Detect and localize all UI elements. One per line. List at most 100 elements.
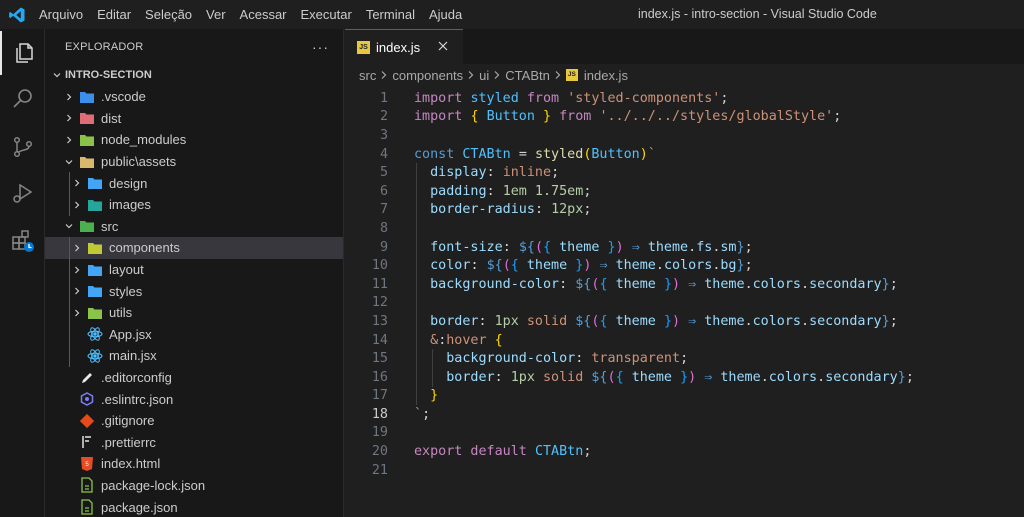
code-token: secondary — [809, 313, 882, 329]
code-token: 12px — [551, 202, 584, 218]
code-token: ${ — [575, 313, 592, 329]
code-token: theme — [647, 239, 689, 255]
code-token: { — [470, 109, 487, 125]
extensions-icon[interactable] — [0, 219, 45, 263]
menu-ver[interactable]: Ver — [199, 0, 233, 29]
folder-public-assets[interactable]: public\assets — [45, 151, 343, 173]
line-number: 5 — [379, 165, 388, 181]
folder-styles[interactable]: styles — [45, 280, 343, 302]
line-number: 20 — [371, 444, 388, 460]
folder-vscode[interactable]: .vscode — [45, 86, 343, 108]
code-token: from — [526, 90, 568, 106]
code-token: 'styled-components' — [567, 90, 721, 106]
code-token: ) — [672, 313, 689, 329]
folder-images[interactable]: images — [45, 193, 343, 216]
code-token: ; — [905, 369, 914, 385]
breadcrumb-item[interactable]: src — [359, 68, 376, 83]
workspace-section[interactable]: INTRO-SECTION — [45, 64, 343, 86]
code-line: 19 — [345, 424, 1024, 443]
code-token: ⇒ — [704, 369, 721, 385]
menu-selecao[interactable]: Seleção — [138, 0, 199, 29]
more-actions-icon[interactable]: ··· — [312, 39, 329, 55]
breadcrumb-item[interactable]: CTABtn — [505, 68, 550, 83]
code-token: : — [470, 258, 487, 274]
menu-executar[interactable]: Executar — [294, 0, 359, 29]
file-prettierrc[interactable]: .prettierrc — [45, 432, 343, 454]
search-icon[interactable] — [0, 77, 45, 121]
code-text: font-size: ${({ theme }) ⇒ theme.fs.sm}; — [414, 240, 753, 255]
code-token: background-color — [446, 351, 576, 367]
tree-item-label: layout — [109, 262, 144, 278]
folder-src[interactable]: src — [45, 216, 343, 238]
menu-ajuda[interactable]: Ajuda — [422, 0, 469, 29]
folder-node-modules[interactable]: node_modules — [45, 129, 343, 151]
tree-item-label: .gitignore — [101, 413, 155, 429]
menu-terminal[interactable]: Terminal — [359, 0, 422, 29]
code-line: 17 } — [345, 387, 1024, 406]
code-token: colors — [663, 258, 713, 274]
code-text: border: 1px solid ${({ theme }) ⇒ theme.… — [414, 370, 914, 385]
folder-dist[interactable]: dist — [45, 108, 343, 130]
line-number: 18 — [371, 406, 388, 422]
code-token: Button — [486, 109, 543, 125]
breadcrumb-item[interactable]: ui — [479, 68, 489, 83]
code-token: ; — [833, 109, 842, 125]
code-token: const — [414, 146, 463, 162]
file-package-lock-json[interactable]: package-lock.json — [45, 475, 343, 497]
file-gitignore[interactable]: .gitignore — [45, 410, 343, 432]
code-token: & — [430, 332, 439, 348]
code-token: ; — [889, 313, 898, 329]
line-number: 15 — [371, 351, 388, 367]
code-token: ⇒ — [599, 258, 616, 274]
file-eslintrc-json[interactable]: .eslintrc.json — [45, 388, 343, 410]
node-folder-icon — [79, 132, 95, 148]
menu-arquivo[interactable]: Arquivo — [32, 0, 90, 29]
folder-components[interactable]: components — [45, 237, 343, 259]
code-token: theme — [615, 276, 664, 292]
run-debug-icon[interactable] — [0, 171, 45, 215]
explorer-icon[interactable] — [0, 31, 45, 75]
breadcrumb-file[interactable]: index.js — [584, 68, 628, 83]
breadcrumb-item[interactable]: components — [392, 68, 463, 83]
code-line: 8 — [345, 219, 1024, 238]
code-token: secondary — [825, 369, 898, 385]
tree-item-label: .vscode — [101, 89, 146, 105]
indent-guide — [69, 237, 70, 259]
code-line: 5 display: inline; — [345, 163, 1024, 182]
code-token: { — [543, 239, 560, 255]
line-number: 1 — [379, 90, 388, 106]
menu-editar[interactable]: Editar — [90, 0, 138, 29]
code-token: } — [543, 109, 560, 125]
file-app-jsx[interactable]: App.jsx — [45, 323, 343, 346]
file-package-json[interactable]: package.json — [45, 496, 343, 517]
code-line: 2 import { Button } from '../../../styles… — [345, 108, 1024, 127]
code-editor[interactable]: 1 import styled from 'styled-components';… — [345, 89, 1024, 479]
menu-bar: Arquivo Editar Seleção Ver Acessar Executar Te… — [32, 0, 469, 29]
line-number: 7 — [379, 202, 388, 218]
tree-item-label: App.jsx — [109, 326, 152, 342]
code-token: color — [430, 258, 471, 274]
code-text: export default CTABtn; — [414, 444, 591, 459]
file-main-jsx[interactable]: main.jsx — [45, 345, 343, 367]
folder-layout[interactable]: layout — [45, 258, 343, 281]
close-icon[interactable] — [435, 38, 451, 54]
file-editorconfig[interactable]: .editorconfig — [45, 367, 343, 389]
tab-index-js[interactable]: JS index.js — [345, 29, 463, 64]
code-token: theme — [720, 369, 761, 385]
source-control-icon[interactable] — [0, 125, 45, 169]
folder-utils[interactable]: utils — [45, 301, 343, 324]
menu-acessar[interactable]: Acessar — [233, 0, 294, 29]
indent-guide — [432, 349, 433, 387]
code-token: ; — [583, 183, 592, 199]
file-index-html[interactable]: 5 index.html — [45, 453, 343, 475]
code-token: { — [510, 258, 527, 274]
folder-design[interactable]: design — [45, 172, 343, 194]
code-line: 3 — [345, 126, 1024, 145]
chevron-right-icon — [61, 89, 77, 105]
code-token: ( — [534, 239, 543, 255]
code-token: inline — [502, 165, 552, 181]
code-token: background-color — [430, 276, 560, 292]
